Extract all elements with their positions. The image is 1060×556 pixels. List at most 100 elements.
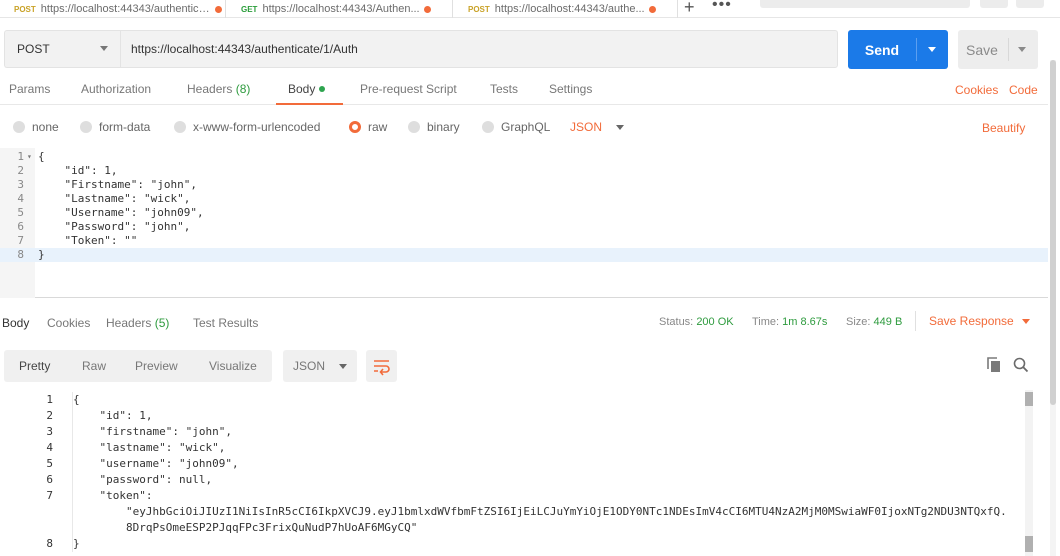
response-tab-test-results[interactable]: Test Results	[193, 316, 258, 330]
line-number: 3	[17, 178, 24, 191]
code-line: 1 ▾ {	[0, 150, 1048, 164]
fold-arrow-icon[interactable]: ▾	[27, 150, 32, 164]
environment-quick-look[interactable]	[980, 0, 1008, 8]
tab-authorization[interactable]: Authorization	[81, 82, 151, 96]
radio-binary[interactable]: binary	[408, 120, 460, 134]
response-text: "firstname": "john",	[73, 425, 232, 438]
time-info: Time: 1m 8.67s	[752, 316, 827, 328]
response-format-value: JSON	[293, 359, 326, 373]
window-scrollbar-thumb[interactable]	[1050, 60, 1056, 405]
search-icon[interactable]	[1013, 357, 1029, 373]
response-text: 8DrqPsOmeESP2PJqqFPc3FrixQuNudP7hUoAF6MG…	[73, 521, 418, 534]
radio-none[interactable]: none	[13, 120, 59, 134]
view-preview[interactable]: Preview	[135, 359, 178, 373]
response-tab-cookies[interactable]: Cookies	[47, 316, 90, 330]
more-tabs-icon[interactable]: •••	[712, 0, 732, 14]
radio-graphql[interactable]: GraphQL	[482, 120, 550, 134]
cookies-link[interactable]: Cookies	[955, 83, 998, 97]
fold-guide	[72, 392, 73, 552]
save-response-button[interactable]: Save Response	[929, 314, 1030, 328]
wrap-lines-icon	[374, 360, 390, 376]
chevron-down-icon	[100, 46, 108, 51]
tab-method: POST	[468, 4, 490, 14]
radio-label: form-data	[99, 120, 151, 134]
response-scrollbar[interactable]	[1025, 390, 1033, 556]
request-tab-2[interactable]: GET https://localhost:44343/Authen...	[227, 0, 453, 18]
line-number: 7	[17, 234, 24, 247]
response-text: "lastname": "wick",	[73, 441, 226, 454]
active-tab-underline	[276, 103, 343, 105]
save-options-chevron-icon[interactable]	[1018, 47, 1026, 52]
radio-label: none	[32, 120, 59, 134]
code-line: 7 "Token": ""	[0, 234, 1048, 248]
tab-headers[interactable]: Headers (8)	[187, 82, 250, 96]
code-line: 8}	[0, 248, 1048, 262]
response-text: "username": "john09",	[73, 457, 239, 470]
response-tabs: Body Cookies Headers (5) Test Results St…	[0, 312, 1048, 334]
radio-raw[interactable]: raw	[349, 120, 387, 134]
save-label: Save	[966, 41, 998, 58]
code-text: "Token": ""	[38, 234, 138, 247]
response-text: "token":	[73, 489, 153, 502]
radio-form-data[interactable]: form-data	[80, 120, 150, 134]
format-value: JSON	[570, 120, 603, 134]
response-tab-body[interactable]: Body	[2, 316, 29, 330]
method-value: POST	[17, 42, 50, 56]
send-button[interactable]: Send	[848, 30, 948, 69]
send-options-chevron-icon[interactable]	[928, 47, 936, 52]
divider	[915, 311, 916, 331]
unsaved-dot-icon	[648, 5, 656, 13]
request-tab-1[interactable]: POST https://localhost:44343/authenticat…	[0, 0, 226, 18]
code-text: {	[38, 150, 45, 163]
size-value: 449 B	[873, 316, 903, 328]
tab-body-label: Body	[288, 82, 316, 96]
tab-settings[interactable]: Settings	[549, 82, 592, 96]
copy-icon[interactable]	[987, 357, 1001, 373]
send-label: Send	[864, 41, 900, 58]
status-info: Status: 200 OK	[659, 316, 734, 328]
view-pretty[interactable]: Pretty	[19, 359, 50, 373]
url-input[interactable]: https://localhost:44343/authenticate/1/A…	[120, 30, 838, 68]
response-format-select[interactable]: JSON	[283, 350, 357, 382]
line-number: 8	[17, 248, 24, 261]
url-value: https://localhost:44343/authenticate/1/A…	[131, 42, 358, 56]
tab-tests[interactable]: Tests	[490, 82, 518, 96]
scrollbar-thumb[interactable]	[1025, 536, 1033, 552]
window-scrollbar[interactable]	[1050, 60, 1056, 556]
tab-body[interactable]: Body	[288, 82, 326, 96]
tab-pre-request-script[interactable]: Pre-request Script	[360, 82, 457, 96]
save-button[interactable]: Save	[958, 30, 1038, 69]
beautify-link[interactable]: Beautify	[982, 121, 1025, 135]
tab-params[interactable]: Params	[9, 82, 50, 96]
radio-circle	[408, 121, 420, 133]
code-link[interactable]: Code	[1009, 83, 1038, 97]
radio-circle	[80, 121, 92, 133]
code-line: 4 "Lastname": "wick",	[0, 192, 1048, 206]
request-tab-3[interactable]: POST https://localhost:44343/authe...	[454, 0, 678, 18]
environment-selector[interactable]	[760, 0, 970, 8]
radio-circle	[174, 121, 186, 133]
wrap-lines-button[interactable]	[366, 350, 397, 382]
response-tab-headers[interactable]: Headers (5)	[106, 316, 169, 330]
line-number: 5	[17, 206, 24, 219]
line-number: 6	[46, 473, 53, 486]
request-config-tabs: Params Authorization Headers (8) Body Pr…	[0, 78, 1048, 105]
raw-format-select[interactable]: JSON	[570, 120, 625, 134]
new-tab-plus-icon[interactable]: +	[684, 0, 695, 18]
view-visualize[interactable]: Visualize	[209, 359, 257, 373]
headers-count: (8)	[235, 82, 251, 96]
status-label: Status:	[659, 316, 694, 328]
request-body-editor[interactable]: 1 ▾{2 "id": 1, 3 "Firstname": "john", 4 "La…	[0, 148, 1048, 298]
tab-url: https://localhost:44343/authenticate	[40, 3, 211, 15]
time-value: 1m 8.67s	[782, 316, 828, 328]
line-number: 8	[46, 537, 53, 550]
method-select[interactable]: POST	[4, 30, 120, 68]
scrollbar-thumb[interactable]	[1025, 392, 1033, 406]
code-text: "Lastname": "wick",	[38, 192, 191, 205]
line-number: 3	[46, 425, 53, 438]
view-raw[interactable]: Raw	[82, 359, 106, 373]
radio-urlencoded[interactable]: x-www-form-urlencoded	[174, 120, 320, 134]
radio-label: binary	[427, 120, 460, 134]
manage-environments[interactable]	[1016, 0, 1044, 8]
line-number: 1	[46, 393, 53, 406]
